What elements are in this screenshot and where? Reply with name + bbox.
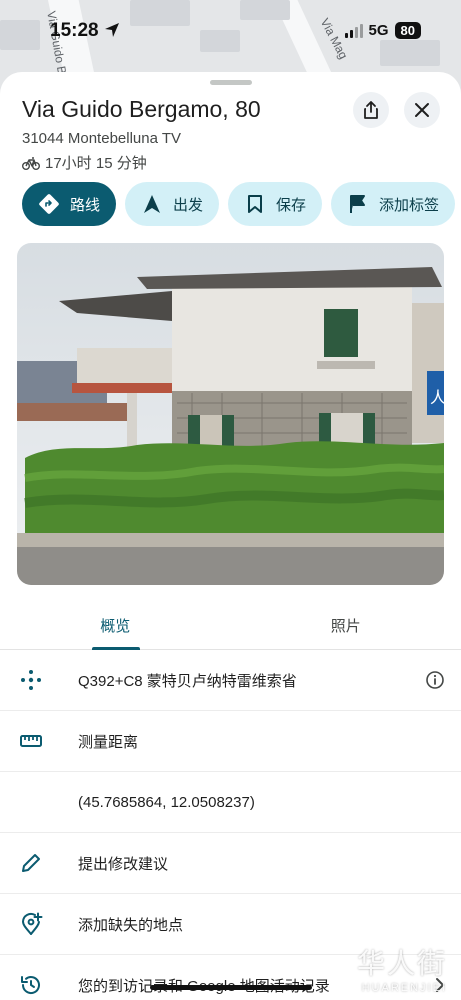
start-button[interactable]: 出发: [125, 182, 219, 226]
directions-icon: [38, 193, 60, 215]
status-time: 15:28: [50, 20, 99, 41]
watermark-cn: 华人街: [356, 947, 447, 980]
svg-text:人: 人: [430, 388, 444, 407]
cellular-signal-icon: [344, 23, 363, 38]
measure-distance-row[interactable]: 测量距离: [0, 711, 461, 772]
navigation-arrow-icon: [141, 193, 163, 215]
share-icon: [364, 101, 378, 119]
plus-code-text: Q392+C8 蒙特贝卢纳特雷维索省: [78, 672, 297, 690]
share-button[interactable]: [353, 92, 389, 128]
location-arrow-icon: [105, 23, 119, 37]
place-address: 31044 Montebelluna TV: [22, 130, 182, 147]
travel-time-label: 17小时 15 分钟: [45, 155, 147, 172]
network-type: 5G: [368, 22, 389, 39]
add-label-button[interactable]: 添加标签: [331, 182, 455, 226]
sheet-drag-handle[interactable]: [210, 80, 252, 85]
street-view-image: 人: [17, 243, 444, 585]
ruler-icon: [18, 728, 44, 754]
suggest-edit-text: 提出修改建议: [78, 855, 169, 873]
home-indicator[interactable]: [150, 985, 312, 990]
action-bar: 路线 出发 保存 添加标签: [22, 182, 455, 226]
status-bar: 15:28 5G 80: [0, 0, 461, 62]
watermark: 华人街 HUARENJIEI: [357, 942, 447, 994]
travel-time: 17小时 15 分钟: [22, 152, 147, 173]
coordinates-row[interactable]: (45.7685864, 12.0508237): [0, 772, 461, 833]
place-title: Via Guido Bergamo, 80: [22, 96, 261, 122]
save-button[interactable]: 保存: [228, 182, 322, 226]
place-sheet: Via Guido Bergamo, 80 31044 Montebelluna…: [0, 72, 461, 1000]
tab-bar: 概览 照片: [0, 602, 461, 650]
close-button[interactable]: [404, 92, 440, 128]
bookmark-icon: [244, 193, 266, 215]
watermark-en: HUARENJIEI: [361, 982, 447, 994]
add-place-icon: [18, 911, 44, 937]
add-missing-place-text: 添加缺失的地点: [78, 916, 184, 934]
suggest-edit-row[interactable]: 提出修改建议: [0, 833, 461, 894]
start-label: 出发: [173, 196, 204, 214]
info-icon[interactable]: [425, 670, 445, 690]
close-icon: [415, 103, 429, 117]
plus-code-row[interactable]: Q392+C8 蒙特贝卢纳特雷维索省: [0, 650, 461, 711]
pencil-icon: [18, 850, 44, 876]
tab-photos[interactable]: 照片: [231, 602, 461, 649]
directions-label: 路线: [70, 196, 101, 214]
plus-code-icon: [18, 667, 44, 693]
save-label: 保存: [276, 196, 307, 214]
flag-icon: [347, 193, 369, 215]
street-view-photo[interactable]: 人: [17, 243, 444, 585]
history-icon: [18, 972, 44, 998]
directions-button[interactable]: 路线: [22, 182, 116, 226]
bicycle-icon: [22, 156, 40, 170]
measure-distance-text: 测量距离: [78, 733, 139, 751]
add-label-label: 添加标签: [379, 196, 440, 214]
coordinates-text: (45.7685864, 12.0508237): [78, 793, 255, 811]
tab-overview[interactable]: 概览: [0, 602, 231, 650]
battery-indicator: 80: [394, 22, 421, 39]
